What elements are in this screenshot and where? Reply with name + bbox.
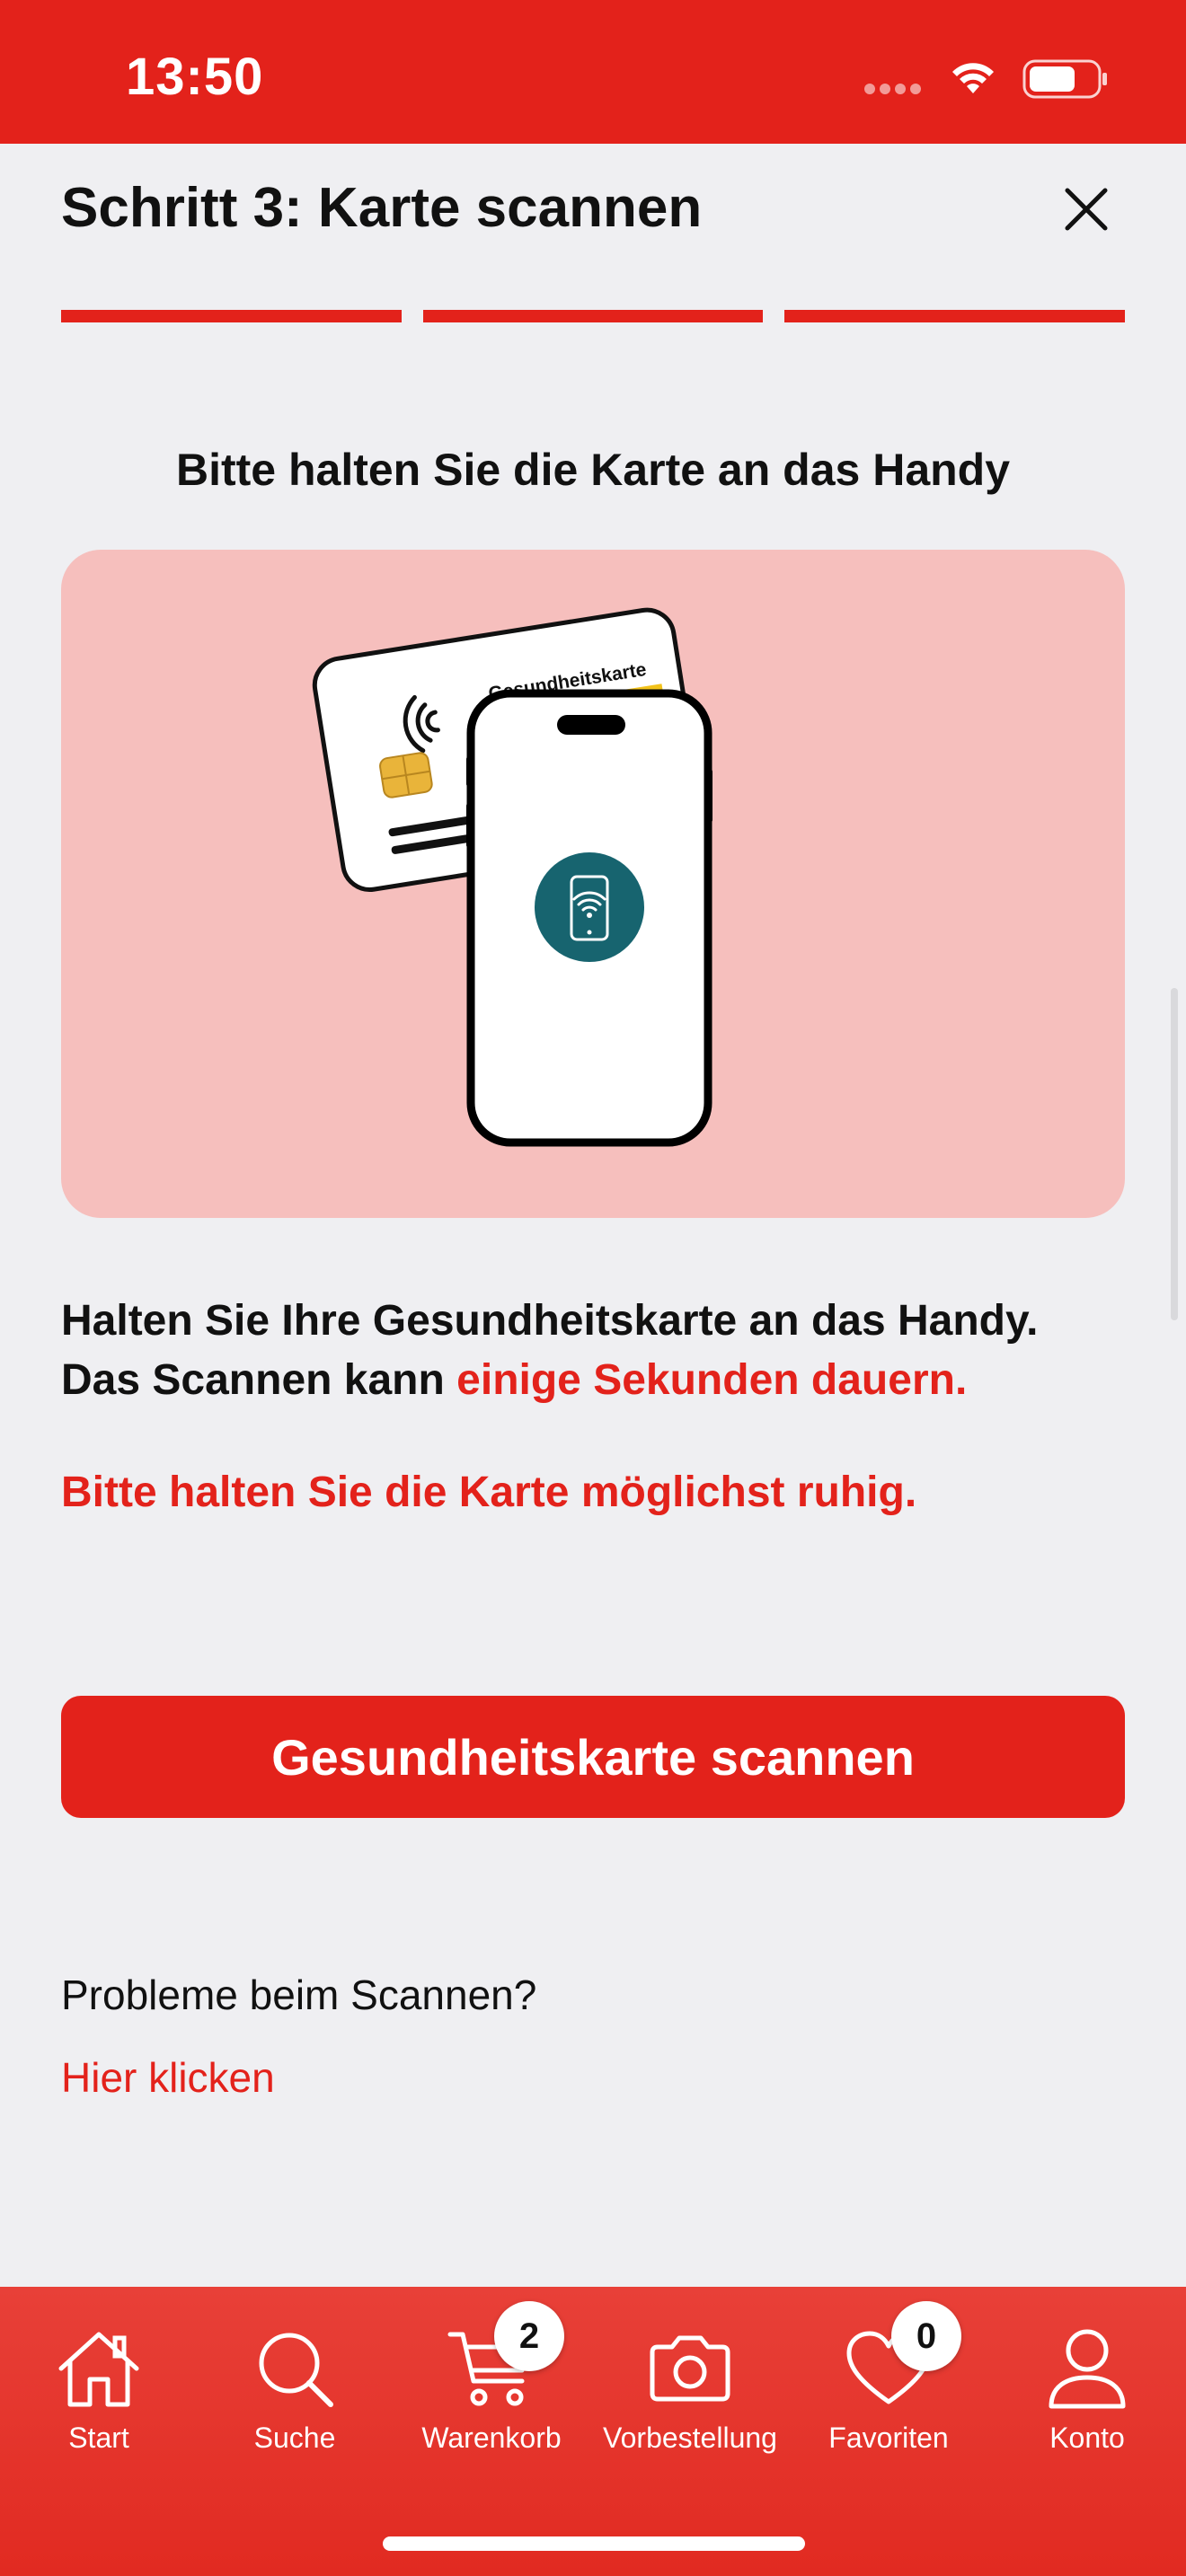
page-title: Schritt 3: Karte scannen — [61, 177, 703, 239]
cellular-signal-icon — [864, 83, 925, 99]
battery-icon — [1022, 59, 1107, 99]
tab-suche-label: Suche — [253, 2422, 336, 2454]
scrollbar[interactable] — [1171, 988, 1178, 1320]
tab-favoriten-label: Favoriten — [828, 2422, 949, 2454]
step-progress-segment-3 — [784, 310, 1126, 322]
instruction-heading: Bitte halten Sie die Karte an das Handy — [175, 445, 1011, 495]
hold-still-warning: Bitte halten Sie die Karte möglichst ruh… — [61, 1469, 917, 1516]
close-icon[interactable] — [1057, 180, 1116, 239]
scan-instructions-line2: Das Scannen kann einige Sekunden dauern. — [61, 1351, 1139, 1410]
scan-health-card-button[interactable]: Gesundheitskarte scannen — [61, 1696, 1125, 1818]
favorites-count-badge: 0 — [891, 2301, 961, 2371]
help-question: Probleme beim Scannen? — [61, 1972, 537, 2018]
search-icon — [259, 2333, 333, 2407]
scan-instructions: Halten Sie Ihre Gesundheitskarte an das … — [61, 1292, 1139, 1410]
cart-count-badge: 2 — [494, 2301, 564, 2371]
tab-suche[interactable]: Suche — [196, 2319, 394, 2481]
scan-illustration: Gesundheitskarte — [61, 550, 1125, 1218]
card-and-phone-illustration: Gesundheitskarte — [312, 607, 712, 1147]
user-icon — [1049, 2329, 1126, 2409]
tab-warenkorb[interactable]: 2 Warenkorb — [393, 2301, 590, 2481]
tab-start[interactable]: Start — [0, 2319, 198, 2481]
scan-instructions-line1: Halten Sie Ihre Gesundheitskarte an das … — [61, 1297, 1039, 1345]
wifi-icon — [952, 63, 994, 93]
camera-icon — [650, 2335, 730, 2402]
step-progress-segment-1 — [61, 310, 402, 322]
tab-vorbestellung[interactable]: Vorbestellung — [591, 2319, 789, 2481]
tab-konto-label: Konto — [1049, 2422, 1125, 2454]
scan-duration-highlight: einige Sekunden dauern. — [456, 1356, 968, 1404]
help-link[interactable]: Hier klicken — [61, 2053, 275, 2102]
home-indicator[interactable] — [383, 2536, 805, 2551]
tab-bar: Start Suche 2 Warenkorb Vorbestellung 0 … — [0, 2287, 1186, 2576]
tab-konto[interactable]: Konto — [988, 2319, 1186, 2481]
home-icon — [58, 2332, 139, 2407]
tab-start-label: Start — [68, 2422, 129, 2454]
step-progress-segment-2 — [422, 310, 764, 322]
step-progress — [61, 310, 1126, 322]
tab-vorbestellung-label: Vorbestellung — [603, 2422, 777, 2454]
phone-image — [466, 689, 712, 1147]
tab-warenkorb-label: Warenkorb — [421, 2422, 562, 2454]
status-time: 13:50 — [126, 48, 264, 106]
tab-favoriten[interactable]: 0 Favoriten — [790, 2301, 987, 2481]
scan-instructions-line2-prefix: Das Scannen kann — [61, 1356, 457, 1404]
status-bar: 13:50 — [0, 0, 1186, 144]
